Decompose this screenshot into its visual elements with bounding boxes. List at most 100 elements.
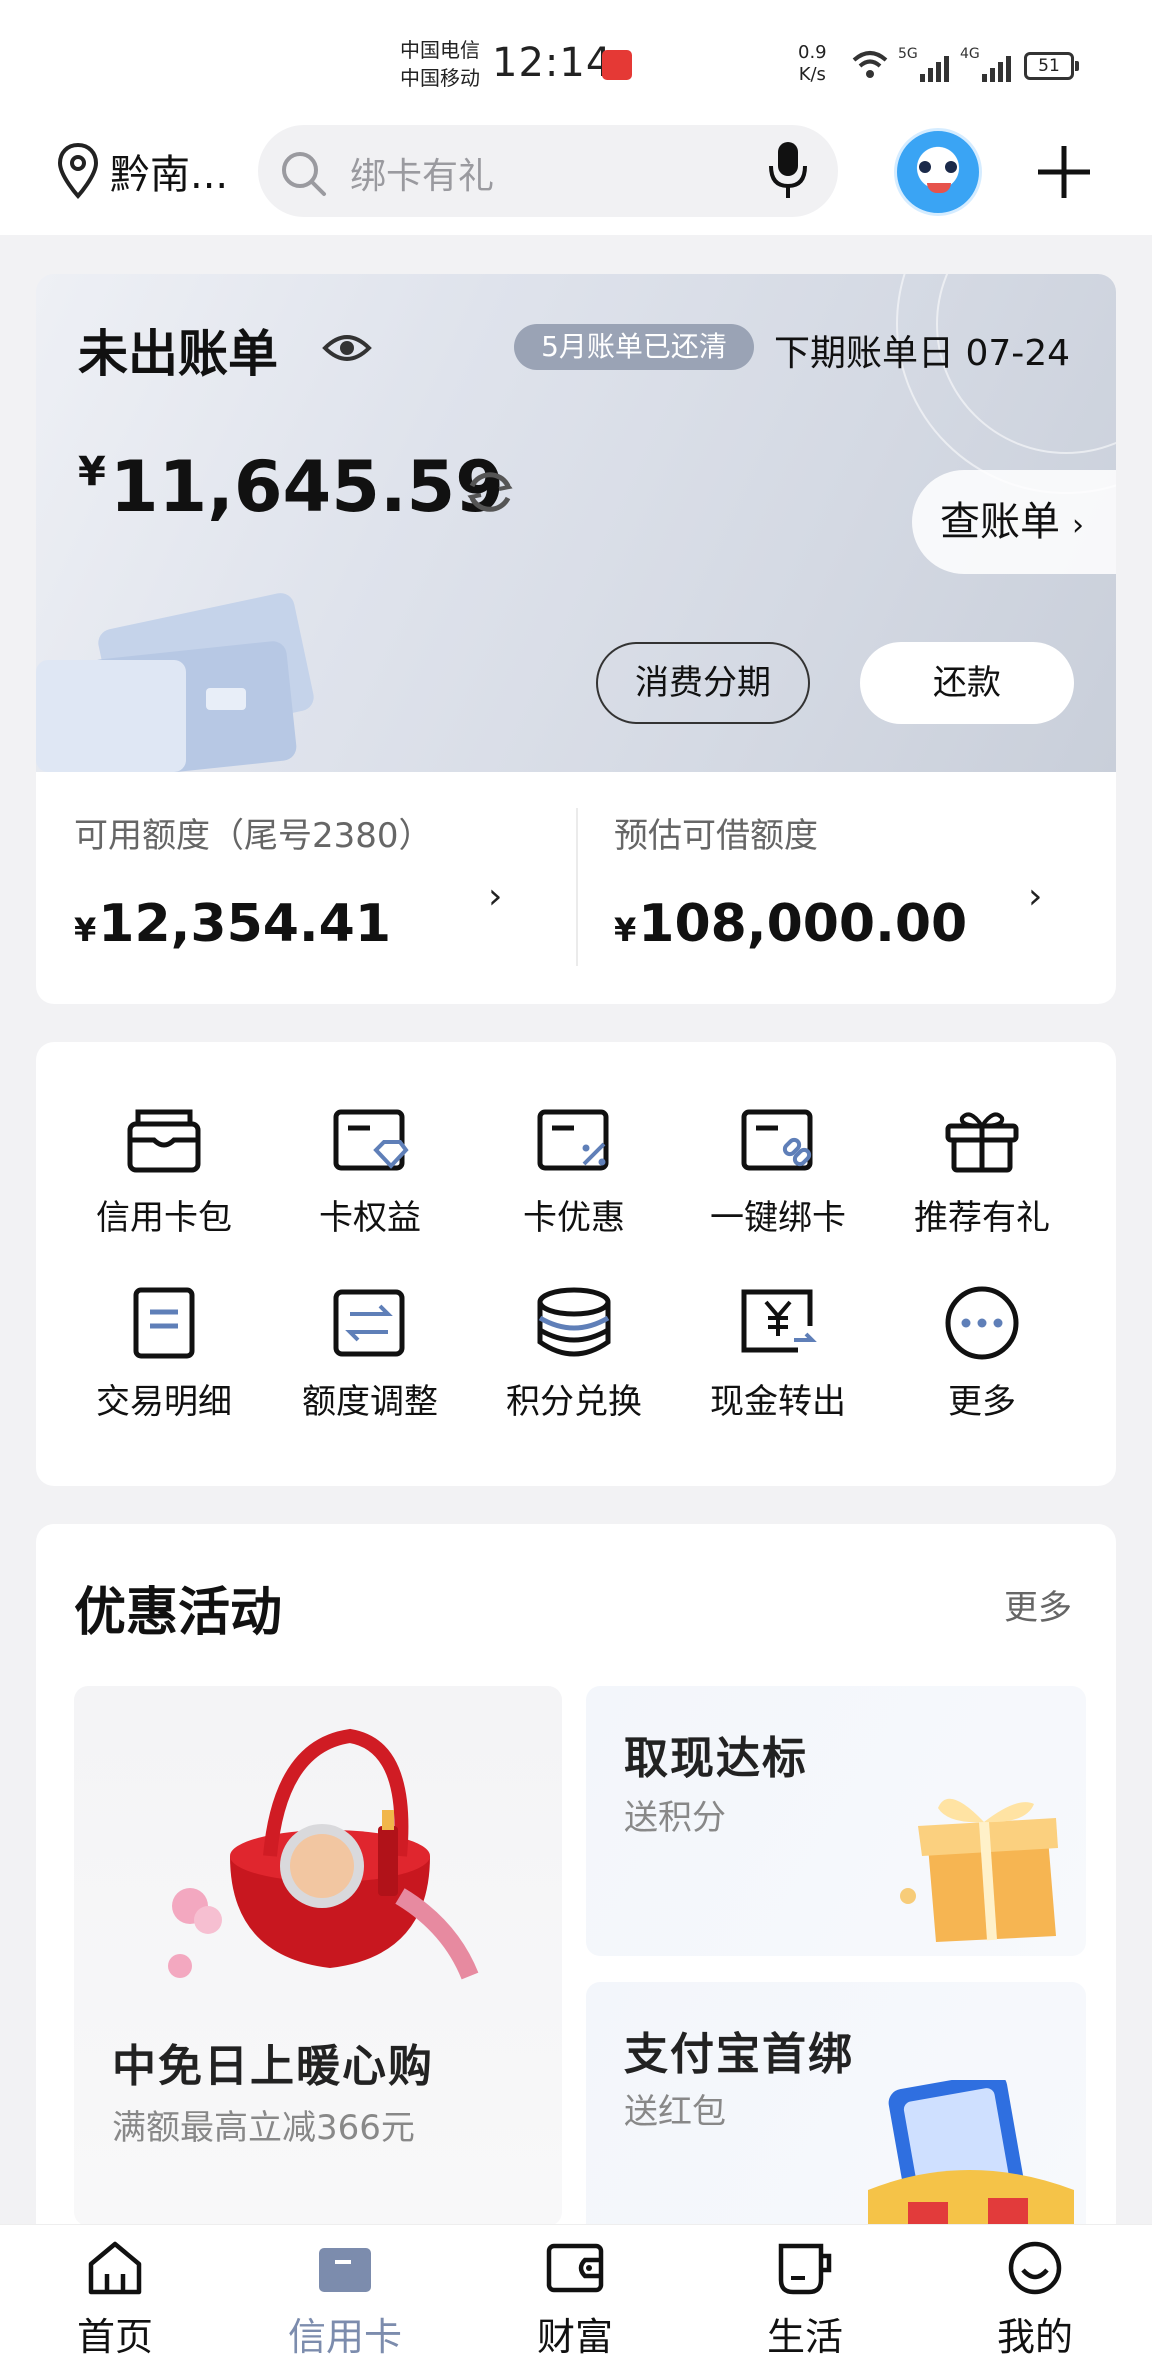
grid-item-more[interactable]: 更多: [882, 1286, 1082, 1456]
chevron-right-icon: ›: [1072, 508, 1084, 543]
bill-amount: ¥11,645.59: [78, 446, 504, 528]
grid-item-label: 卡优惠: [523, 1198, 625, 1238]
promo-subtitle: 送积分: [624, 1798, 726, 1838]
carrier-labels: 中国电信 中国移动: [400, 36, 480, 92]
gift-box-illustration: [900, 1798, 1058, 1942]
grid-item-label: 更多: [948, 1382, 1016, 1422]
card-discount-icon: [537, 1109, 609, 1171]
view-bill-label: 查账单: [940, 499, 1060, 545]
promotions-title: 优惠活动: [74, 1583, 283, 1643]
refresh-icon[interactable]: [462, 464, 518, 520]
cards-illustration: [36, 593, 314, 772]
search-bar[interactable]: [258, 125, 838, 217]
card-wallet-icon: [127, 1109, 201, 1173]
grid-item-gift[interactable]: 推荐有礼: [882, 1106, 1082, 1276]
tab-label: 首页: [76, 2315, 153, 2359]
available-limit-value[interactable]: ¥12,354.41: [74, 894, 391, 954]
search-input[interactable]: 绑卡有礼: [350, 147, 494, 199]
net-speed: 0.9 K/s: [798, 42, 827, 86]
microphone-icon[interactable]: [768, 140, 808, 200]
cash-out-icon: [741, 1289, 817, 1353]
cup-icon: [778, 2243, 832, 2295]
available-limit-label: 可用额度（尾号2380）: [74, 816, 433, 856]
grid-item-label: 交易明细: [96, 1382, 232, 1422]
tab-life[interactable]: 生活: [715, 2240, 895, 2361]
signal-1-type: 5G: [898, 46, 918, 62]
chevron-right-icon[interactable]: ›: [1028, 876, 1042, 917]
bill-title: 未出账单: [78, 325, 278, 383]
grid-item-card-wallet[interactable]: 信用卡包: [64, 1106, 264, 1276]
credit-card-icon: [319, 2248, 371, 2292]
plus-icon[interactable]: [1034, 142, 1094, 202]
mascot-avatar[interactable]: [894, 128, 982, 216]
grid-item-label: 信用卡包: [96, 1198, 232, 1238]
tab-label: 生活: [766, 2315, 843, 2359]
grid-item-label: 推荐有礼: [914, 1198, 1050, 1238]
carrier-1: 中国电信: [400, 38, 480, 62]
loan-limit-value[interactable]: ¥108,000.00: [614, 894, 967, 954]
loan-limit-label: 预估可借额度: [614, 816, 818, 856]
gift-icon: [945, 1112, 1019, 1173]
grid-item-label: 一键绑卡: [710, 1198, 846, 1238]
next-due-date: 下期账单日 07-24: [774, 333, 1071, 374]
promo-subtitle: 送红包: [624, 2092, 726, 2132]
signal-2-type: 4G: [960, 46, 980, 62]
cosmetics-gift-illustration: [168, 1728, 479, 1980]
grid-item-limit-adjust[interactable]: 额度调整: [270, 1286, 470, 1456]
tab-credit-card[interactable]: 信用卡: [255, 2240, 435, 2361]
net-speed-unit: K/s: [798, 64, 826, 85]
promo-title: 取现达标: [624, 1733, 808, 1784]
location-pin-icon[interactable]: [56, 142, 100, 200]
grid-item-points[interactable]: 积分兑换: [474, 1286, 674, 1456]
promotions-more-link[interactable]: 更多: [1004, 1580, 1072, 1629]
coins-icon: [537, 1287, 611, 1357]
divider: [576, 808, 578, 966]
wallet-icon: [546, 2243, 604, 2293]
net-speed-value: 0.9: [798, 42, 827, 63]
promo-big-title: 中免日上暖心购: [112, 2041, 434, 2092]
bill-amount-value: 11,645.59: [109, 446, 504, 528]
tab-wealth[interactable]: 财富: [485, 2240, 665, 2361]
tab-label: 信用卡: [287, 2315, 402, 2359]
tab-profile[interactable]: 我的: [945, 2240, 1125, 2361]
grid-item-label: 卡权益: [319, 1198, 421, 1238]
carrier-2: 中国移动: [400, 66, 480, 90]
currency-symbol: ¥: [78, 449, 106, 495]
promo-big-subtitle: 满额最高立减366元: [112, 2108, 415, 2148]
grid-item-label: 额度调整: [302, 1382, 438, 1422]
eye-icon[interactable]: [322, 330, 372, 366]
more-icon: [945, 1286, 1019, 1360]
wifi-icon: [852, 51, 888, 78]
paid-status-badge: 5月账单已还清: [514, 324, 754, 370]
card-link-icon: [741, 1109, 813, 1171]
currency-symbol: ¥: [614, 911, 637, 949]
home-icon: [88, 2241, 142, 2295]
currency-symbol: ¥: [74, 911, 97, 949]
smile-face-icon: [1008, 2241, 1062, 2295]
tab-label: 我的: [996, 2315, 1073, 2359]
grid-item-card-discount[interactable]: 卡优惠: [474, 1106, 674, 1276]
grid-item-card-benefit[interactable]: 卡权益: [270, 1106, 470, 1276]
grid-item-label: 积分兑换: [506, 1382, 642, 1422]
tab-home[interactable]: 首页: [25, 2240, 205, 2361]
swap-icon: [333, 1289, 405, 1357]
installment-button[interactable]: 消费分期: [596, 642, 810, 724]
grid-item-cash-out[interactable]: 现金转出: [678, 1286, 878, 1456]
chevron-right-icon[interactable]: ›: [488, 876, 502, 917]
phone-red-packet-illustration: [868, 2080, 1074, 2224]
battery-icon: 51: [1024, 52, 1079, 80]
card-benefit-icon: [333, 1109, 409, 1171]
view-bill-button[interactable]: 查账单 ›: [912, 470, 1116, 574]
status-time: 12:14: [492, 40, 613, 86]
location-label[interactable]: 黔南...: [110, 142, 228, 200]
grid-item-transactions[interactable]: 交易明细: [64, 1286, 264, 1456]
repay-button[interactable]: 还款: [860, 642, 1074, 724]
loan-limit-amount: 108,000.00: [638, 894, 968, 954]
grid-item-card-link[interactable]: 一键绑卡: [678, 1106, 878, 1276]
signal-1-icon: [920, 50, 949, 82]
promo-title: 支付宝首绑: [624, 2029, 854, 2080]
search-icon: [282, 152, 326, 196]
available-limit-amount: 12,354.41: [98, 894, 392, 954]
grid-item-label: 现金转出: [710, 1382, 846, 1422]
signal-2-icon: [982, 50, 1011, 82]
